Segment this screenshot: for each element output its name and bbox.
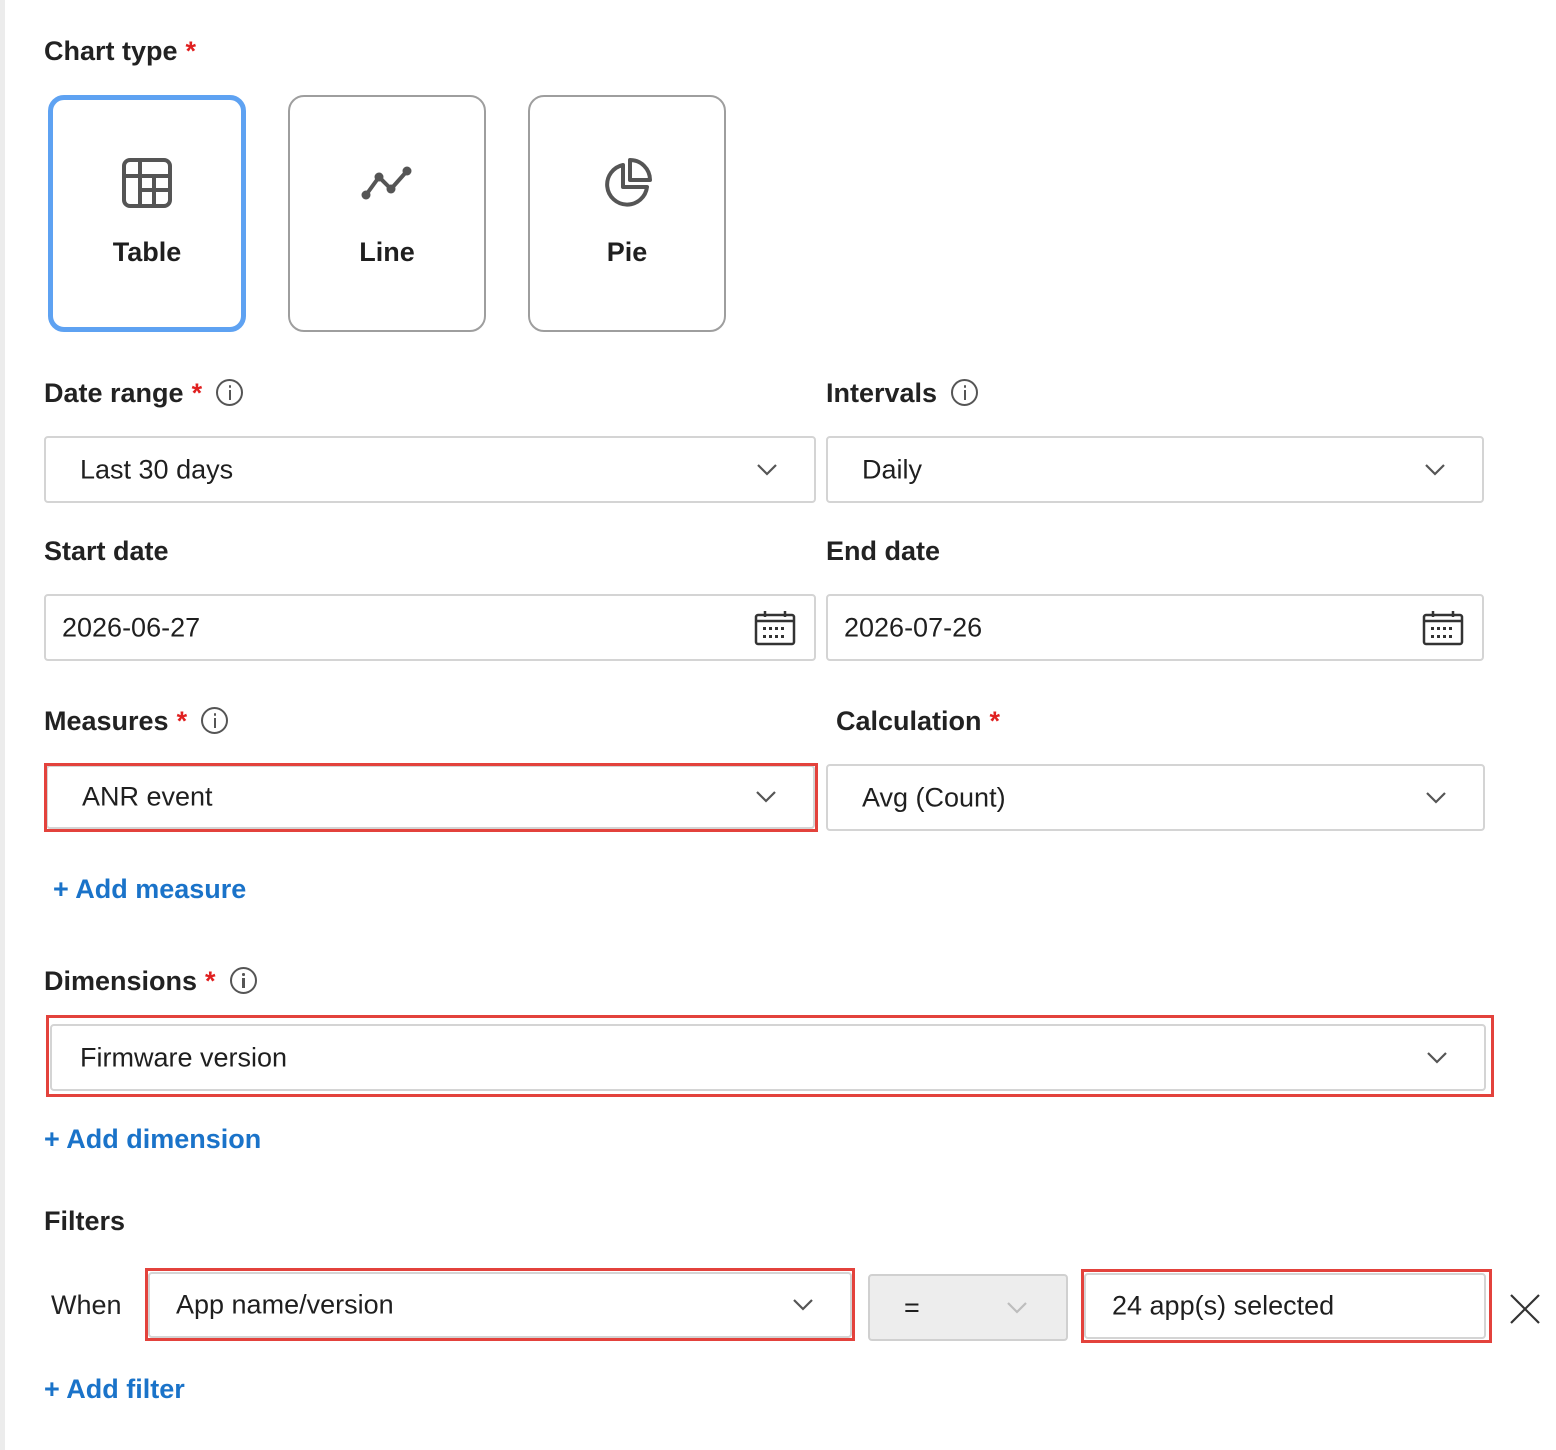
required-mark: * xyxy=(185,36,197,66)
date-range-select[interactable]: Last 30 days xyxy=(44,436,816,503)
chart-type-table-card[interactable]: Table xyxy=(48,95,246,332)
filter-value-select[interactable]: 24 app(s) selected xyxy=(1084,1273,1486,1339)
chevron-down-icon xyxy=(756,791,776,803)
filter-operator-select: = xyxy=(868,1274,1068,1341)
dimensions-label: Dimensions * xyxy=(44,966,257,997)
add-dimension-link[interactable]: + Add dimension xyxy=(44,1124,261,1155)
intervals-select[interactable]: Daily xyxy=(826,436,1484,503)
chevron-down-icon xyxy=(757,463,777,476)
filter-field-select[interactable]: App name/version xyxy=(148,1272,852,1338)
measures-label: Measures * xyxy=(44,706,229,737)
chart-type-pie-label: Pie xyxy=(606,237,648,267)
end-date-input[interactable]: 2026-07-26 xyxy=(826,594,1484,661)
pie-chart-icon xyxy=(605,158,652,207)
chart-type-table-label: Table xyxy=(112,237,182,267)
start-date-value: 2026-06-27 xyxy=(62,612,201,642)
required-mark: * xyxy=(205,966,216,996)
intervals-value: Daily xyxy=(862,454,923,484)
dimensions-value: Firmware version xyxy=(80,1042,288,1072)
end-date-value: 2026-07-26 xyxy=(844,612,983,642)
start-date-input[interactable]: 2026-06-27 xyxy=(44,594,816,661)
date-range-label: Date range * xyxy=(44,378,244,409)
end-date-label: End date xyxy=(826,536,941,566)
calculation-select[interactable]: Avg (Count) xyxy=(826,764,1485,831)
filters-label: Filters xyxy=(44,1206,126,1236)
measures-select[interactable]: ANR event xyxy=(46,765,815,829)
chevron-down-icon xyxy=(1425,463,1445,476)
chevron-down-icon xyxy=(1426,791,1446,804)
chart-type-line-label: Line xyxy=(359,237,415,267)
chevron-down-icon xyxy=(1007,1301,1027,1314)
chart-type-line-card[interactable]: Line xyxy=(288,95,486,332)
left-border xyxy=(0,0,5,1450)
intervals-label: Intervals xyxy=(826,378,979,409)
chevron-down-icon xyxy=(793,1299,813,1311)
calendar-icon[interactable] xyxy=(1422,610,1464,646)
close-icon[interactable] xyxy=(1508,1292,1542,1326)
required-mark: * xyxy=(191,378,203,408)
chart-type-label: Chart type * xyxy=(44,36,197,66)
calendar-icon[interactable] xyxy=(754,610,796,646)
line-chart-icon xyxy=(361,166,412,200)
add-measure-link[interactable]: + Add measure xyxy=(53,874,246,905)
measures-value: ANR event xyxy=(82,781,213,812)
table-icon xyxy=(122,158,172,208)
start-date-label: Start date xyxy=(44,536,169,566)
info-icon[interactable] xyxy=(951,379,979,406)
calculation-label: Calculation * xyxy=(836,706,1001,736)
info-icon[interactable] xyxy=(201,707,229,734)
dimensions-select[interactable]: Firmware version xyxy=(50,1024,1486,1091)
filter-operator-value: = xyxy=(904,1292,920,1322)
chart-type-pie-card[interactable]: Pie xyxy=(528,95,726,332)
filter-field-value: App name/version xyxy=(176,1289,394,1320)
chevron-down-icon xyxy=(1427,1051,1447,1064)
date-range-value: Last 30 days xyxy=(80,454,234,484)
required-mark: * xyxy=(176,706,188,736)
info-icon[interactable] xyxy=(229,967,257,994)
when-label: When xyxy=(51,1290,122,1320)
filter-value-text: 24 app(s) selected xyxy=(1112,1290,1335,1321)
add-filter-link[interactable]: + Add filter xyxy=(44,1374,185,1405)
info-icon[interactable] xyxy=(216,379,244,406)
calculation-value: Avg (Count) xyxy=(862,782,1006,812)
required-mark: * xyxy=(989,706,1001,736)
